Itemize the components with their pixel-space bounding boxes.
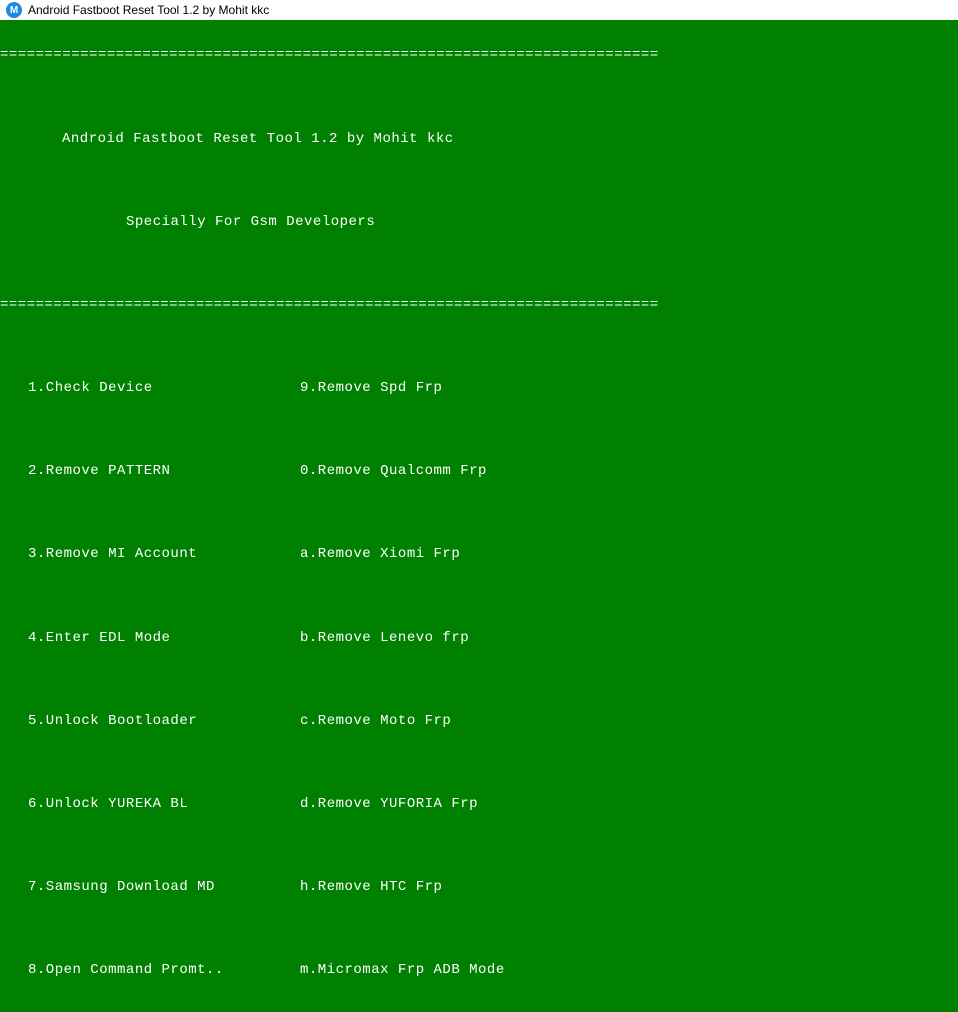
menu-item-4: 4.Enter EDL Mode [0, 627, 300, 649]
motorola-icon: M [6, 2, 22, 18]
divider-mid: ========================================… [0, 294, 958, 316]
menu-item-b: b.Remove Lenevo frp [300, 627, 469, 649]
menu-item-5: 5.Unlock Bootloader [0, 710, 300, 732]
menu-item-3: 3.Remove MI Account [0, 543, 300, 565]
menu-item-2: 2.Remove PATTERN [0, 460, 300, 482]
header-subtitle: Specially For Gsm Developers [0, 211, 958, 233]
menu-item-a: a.Remove Xiomi Frp [300, 543, 460, 565]
menu-item-6: 6.Unlock YUREKA BL [0, 793, 300, 815]
menu-item-8: 8.Open Command Promt.. [0, 959, 300, 981]
terminal-output[interactable]: ========================================… [0, 20, 958, 1012]
window-titlebar: M Android Fastboot Reset Tool 1.2 by Moh… [0, 0, 958, 20]
menu-item-9: 9.Remove Spd Frp [300, 377, 442, 399]
icon-letter: M [10, 5, 18, 16]
menu-item-0: 0.Remove Qualcomm Frp [300, 460, 487, 482]
header-title: Android Fastboot Reset Tool 1.2 by Mohit… [0, 128, 958, 150]
menu-item-7: 7.Samsung Download MD [0, 876, 300, 898]
menu-item-h: h.Remove HTC Frp [300, 876, 442, 898]
menu-item-c: c.Remove Moto Frp [300, 710, 451, 732]
divider-top: ========================================… [0, 44, 958, 66]
menu-item-d: d.Remove YUFORIA Frp [300, 793, 478, 815]
menu-item-m: m.Micromax Frp ADB Mode [300, 959, 505, 981]
window-title: Android Fastboot Reset Tool 1.2 by Mohit… [28, 3, 269, 17]
menu-item-1: 1.Check Device [0, 377, 300, 399]
